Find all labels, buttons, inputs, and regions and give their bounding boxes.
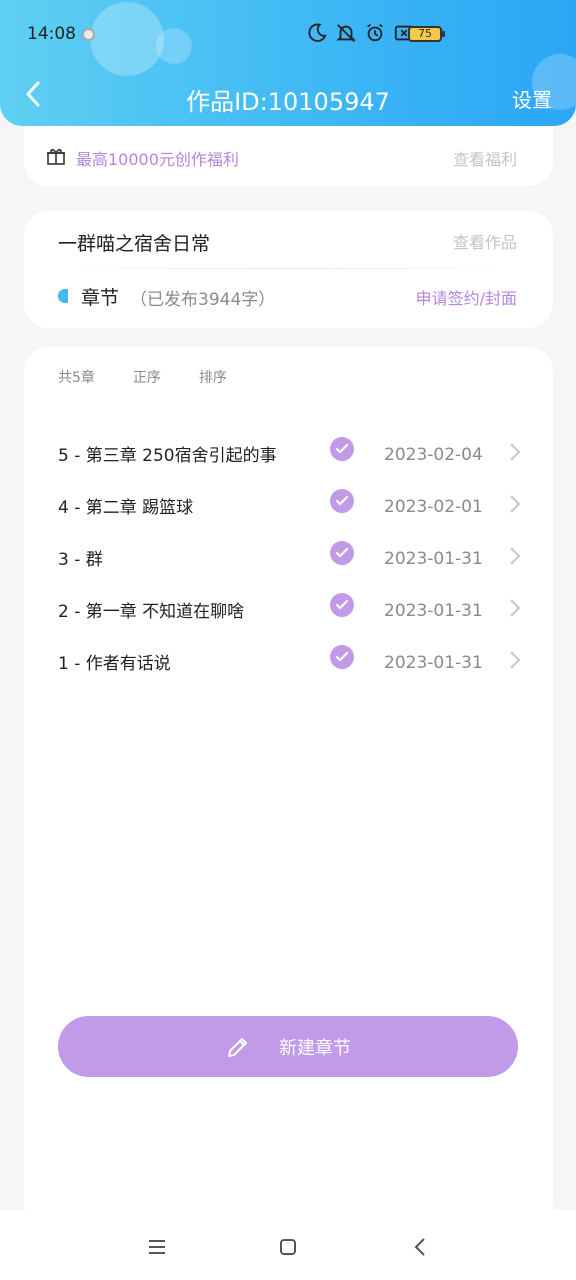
apply-sign-cover-link[interactable]: 申请签约/封面 [416,285,517,309]
alarm-icon [367,23,383,42]
list-tabs: 共5章 正序 排序 [58,367,227,387]
chevron-right-icon [510,599,521,617]
status-time: 14:08 [27,24,76,44]
check-icon [330,593,354,617]
home-button[interactable] [273,1232,303,1262]
nav-back-button[interactable] [406,1232,436,1262]
chapter-date: 2023-02-01 [384,497,483,517]
divider [64,268,513,269]
benefit-text: 最高10000元创作福利 [76,150,239,169]
chapter-title: 3 - 群 [58,550,103,570]
menu-button[interactable] [142,1232,172,1262]
tab-order[interactable]: 正序 [133,367,161,387]
chapter-date: 2023-01-31 [384,601,483,621]
check-icon [330,437,354,461]
view-work-link[interactable]: 查看作品 [453,229,517,253]
menu-icon [149,1240,165,1254]
chapter-row[interactable]: 1 - 作者有话说 2023-01-31 [24,641,553,681]
header: 14:08 75 作品ID:10105947 设置 [0,0,576,126]
pencil-icon [228,1037,247,1057]
chapter-date: 2023-01-31 [384,549,483,569]
chevron-right-icon [510,547,521,565]
chapter-marker-icon [58,289,68,303]
chevron-right-icon [510,443,521,461]
bell-off-icon [336,24,356,42]
home-icon [280,1239,296,1255]
chapter-row[interactable]: 4 - 第二章 踢篮球 2023-02-01 [24,485,553,525]
chapter-word-count: （已发布3944字） [130,290,276,310]
chapter-row[interactable]: 2 - 第一章 不知道在聊啥 2023-01-31 [24,589,553,629]
chapter-list-card: 共5章 正序 排序 5 - 第三章 250宿舍引起的事 2023-02-04 4… [24,347,553,1227]
battery-icon: 75 [408,26,445,42]
chapter-row[interactable]: 5 - 第三章 250宿舍引起的事 2023-02-04 [24,433,553,473]
check-icon [330,645,354,669]
benefit-card[interactable]: 最高10000元创作福利 查看福利 [24,126,553,186]
system-nav-bar [0,1210,576,1280]
chapter-date: 2023-02-04 [384,445,483,465]
tab-count: 共5章 [58,370,95,386]
chapter-title: 4 - 第二章 踢篮球 [58,498,194,518]
check-icon [330,489,354,513]
new-chapter-label: 新建章节 [279,1037,351,1059]
check-icon [330,541,354,565]
page-title: 作品ID:10105947 [186,88,390,116]
chapter-row[interactable]: 3 - 群 2023-01-31 [24,537,553,577]
gift-icon [47,148,65,165]
decor-bubble [90,2,164,76]
chapter-title: 1 - 作者有话说 [58,654,171,674]
chapter-date: 2023-01-31 [384,653,483,673]
view-benefit-link[interactable]: 查看福利 [453,146,517,170]
chevron-right-icon [510,495,521,513]
chapter-label: 章节 [81,287,120,309]
decor-bubble [156,28,192,64]
chevron-right-icon [510,651,521,669]
work-card: 一群喵之宿舍日常 查看作品 章节 （已发布3944字） 申请签约/封面 [24,211,553,328]
new-chapter-button[interactable]: 新建章节 [58,1016,518,1077]
status-indicator-icon [82,28,95,41]
chapter-title: 2 - 第一章 不知道在聊啥 [58,602,245,622]
chapter-title: 5 - 第三章 250宿舍引起的事 [58,446,277,466]
tab-sort[interactable]: 排序 [199,367,227,387]
moon-icon [308,23,327,42]
nav-back-icon [414,1238,425,1256]
work-title: 一群喵之宿舍日常 [58,233,211,255]
settings-button[interactable]: 设置 [512,84,552,113]
